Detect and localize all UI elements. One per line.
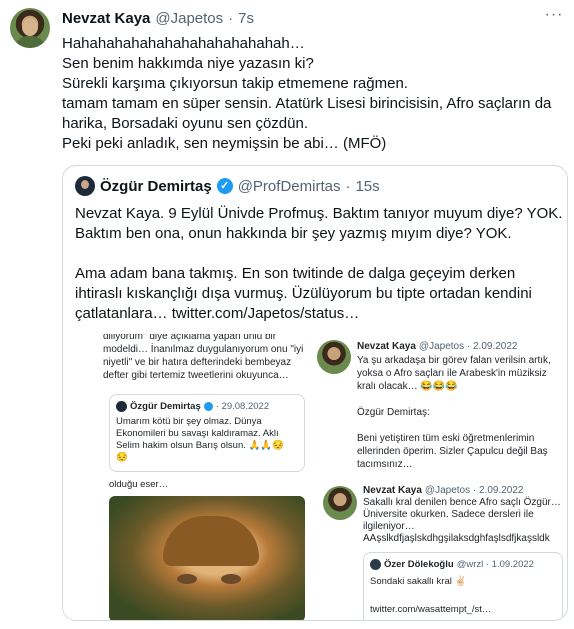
quoted-tweet-text: Nevzat Kaya. 9 Eylül Ünivde Profmuş. Bak… <box>75 204 563 324</box>
screenshot-tweet-text: Sakallı kral denilen bence Afro saçlı Öz… <box>363 497 563 545</box>
screenshot-line: defter gibi tertemiz tweetlerini okuyunc… <box>103 370 289 381</box>
tweet-header: Nevzat Kaya @Japetos · 7s <box>62 10 254 30</box>
screenshot-text: diliyorum" diye açıklama yapan ünlü bir … <box>103 334 303 382</box>
author-avatar[interactable] <box>10 8 50 48</box>
screenshot-right-column: Nevzat Kaya @Japetos · 2.09.2022 Ya şu a… <box>313 334 567 620</box>
separator-dot: · <box>228 10 234 27</box>
quoted-tweet[interactable]: Özgür Demirtaş ✓ @ProfDemirtas · 15s Nev… <box>62 165 568 621</box>
inner-quote-link: twitter.com/wasattempt_/st… <box>370 604 492 615</box>
screenshot-tweet-header: Nevzat Kaya @Japetos · 2.09.2022 <box>357 340 517 353</box>
screenshot-author-name: Nevzat Kaya <box>357 341 416 352</box>
quoted-line: Baktım ben ona, onun hakkında bir şey ya… <box>75 225 512 242</box>
tweet[interactable]: Nevzat Kaya @Japetos · 7s ··· Hahahahaha… <box>0 0 574 629</box>
author-handle[interactable]: @Japetos <box>155 10 223 30</box>
screenshot-avatar <box>323 486 357 520</box>
screenshot-left-column: diliyorum" diye açıklama yapan ünlü bir … <box>63 334 313 620</box>
quoted-line: çatlatanlara… twitter.com/Japetos/status… <box>75 305 360 322</box>
inner-quote-line: Selim hakim olsun Barış olsun. 🙏🙏😔 <box>116 440 285 451</box>
avatar-face <box>22 18 38 36</box>
screenshot-tweet-text: Ya şu arkadaşa bir görev falan verilsin … <box>357 354 563 471</box>
quoted-line: Nevzat Kaya. 9 Eylül Ünivde Profmuş. Bak… <box>75 205 563 222</box>
tweet-line: tamam tamam en süper sensin. Atatürk Lis… <box>62 95 552 112</box>
screenshot-line: Sakallı kral denilen bence Afro saçlı Öz… <box>363 497 561 508</box>
screenshot-author-meta: @Japetos · 2.09.2022 <box>418 341 518 352</box>
quoted-author-handle: @ProfDemirtas <box>237 177 341 195</box>
screenshot-tweet-header: Nevzat Kaya @Japetos · 2.09.2022 <box>363 484 523 497</box>
screenshot-line: kralı olacak… 😂😂😂 <box>357 381 458 392</box>
screenshot-line: ellerinden öperim. Sizler Çapulcu değil … <box>357 446 548 457</box>
quoted-line: ihtiraslı kıskançlığı dışa vurmuş. Üzülü… <box>75 285 532 302</box>
tweet-line: Sürekli karşıma çıkıyorsun takip etmemen… <box>62 75 408 92</box>
inner-quote-name: Özer Dölekoğlu <box>384 559 454 570</box>
tweet-time[interactable]: 7s <box>238 10 254 30</box>
avatar-shirt <box>14 36 46 48</box>
screenshot-caption: olduğu eser… <box>109 479 169 490</box>
quoted-tweet-time: 15s <box>355 177 380 195</box>
inner-quote-name: Özgür Demirtaş <box>130 401 201 412</box>
quoted-author-avatar <box>75 176 95 196</box>
inner-quote-line: Ekonomileri bu savaşı kaldıramaz. Aklı <box>116 428 279 439</box>
separator-dot: · <box>345 177 351 195</box>
screenshot-line: Üniversite okurken. Sadece dersleri ile <box>363 509 534 520</box>
screenshot-line: Ya şu arkadaşa bir görev falan verilsin … <box>357 355 551 366</box>
screenshot-author-meta: @Japetos · 2.09.2022 <box>424 485 524 496</box>
author-name[interactable]: Nevzat Kaya <box>62 10 150 30</box>
tweet-line: Sen benim hakkımda niye yazasın ki? <box>62 55 314 72</box>
verified-badge-icon: ✓ <box>216 178 233 194</box>
more-options-icon[interactable]: ··· <box>544 7 564 28</box>
tweet-line: Hahahahahahahahahahahahahah… <box>62 35 305 52</box>
tweet-text: Hahahahahahahahahahahahahah… Sen benim h… <box>62 34 562 154</box>
inner-quote-avatar <box>116 401 127 412</box>
screenshot-line: yoksa o Afro saçları ile Arabesk'in müzi… <box>357 368 547 379</box>
crying-boy-painting <box>109 496 305 620</box>
inner-quote-line: 😔 <box>116 452 128 463</box>
tweet-line: harika, Borsadaki oyunu sen çözdün. <box>62 115 308 132</box>
screenshot-line: AAşslkdfjaşlskdhgşilaksdghfaşlsdfjkaşsld… <box>363 533 550 544</box>
inner-quote-avatar <box>370 559 381 570</box>
screenshot-line: ilgileniyor… <box>363 521 415 532</box>
screenshot-line: Beni yetiştiren tüm eski öğretmenlerimin <box>357 433 535 444</box>
inner-quote-line: Umarım kötü bir şey olmaz. Dünya <box>116 416 262 427</box>
quoted-line: Ama adam bana takmış. En son twitinde de… <box>75 265 516 282</box>
quoted-author-name: Özgür Demirtaş <box>100 177 212 195</box>
screenshot-inner-quote: Özgür Demirtaş · 29.08.2022 Umarım kötü … <box>109 394 305 472</box>
screenshot-line: niyetli" ve bir hatıra defterindeki bemb… <box>103 357 292 368</box>
screenshot-inner-quote: Özer Dölekoğlu @wrzl · 1.09.2022 Sondaki… <box>363 552 563 620</box>
tweet-line: Peki peki anladık, sen neymişsin be abi…… <box>62 135 387 152</box>
screenshot-line: tacımsınız… <box>357 459 413 470</box>
screenshot-line: diliyorum" diye açıklama yapan ünlü bir <box>103 334 277 342</box>
screenshot-author-name: Nevzat Kaya <box>363 485 422 496</box>
quoted-tweet-header: Özgür Demirtaş ✓ @ProfDemirtas · 15s <box>75 176 380 196</box>
inner-quote-meta: @wrzl · 1.09.2022 <box>456 559 534 570</box>
quoted-tweet-image[interactable]: diliyorum" diye açıklama yapan ünlü bir … <box>63 334 567 620</box>
inner-quote-meta: · 29.08.2022 <box>215 401 270 412</box>
inner-quote-text: Sondaki sakallı kral ✌🏻 <box>370 576 467 587</box>
screenshot-line: Özgür Demirtaş: <box>357 407 430 418</box>
verified-badge-icon <box>203 402 213 411</box>
screenshot-line: modeldi… İnanılmaz duygulanıyorum onu "i… <box>103 344 304 355</box>
screenshot-avatar <box>317 340 351 374</box>
